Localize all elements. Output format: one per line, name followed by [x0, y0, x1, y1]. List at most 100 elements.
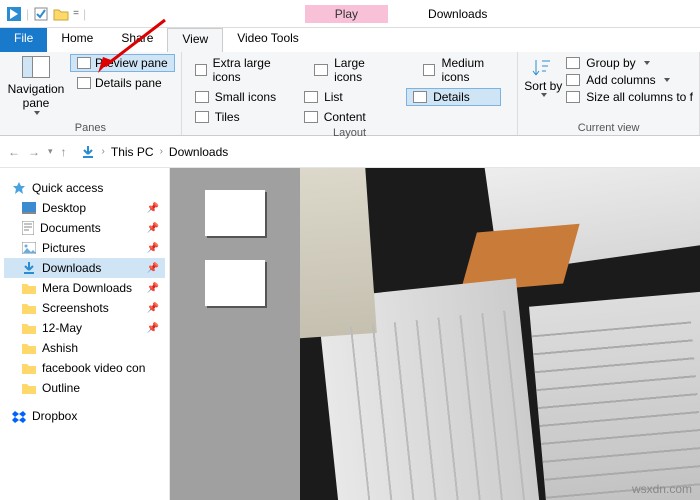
pin-icon: 📌 [147, 203, 159, 214]
video-thumbnail[interactable] [205, 190, 265, 236]
pictures-icon [22, 242, 36, 254]
chevron-down-icon [664, 78, 670, 82]
tree-downloads[interactable]: Downloads📌 [4, 258, 165, 278]
tree-label: Ashish [42, 341, 78, 355]
chevron-down-icon [541, 93, 547, 97]
sort-icon [532, 57, 554, 79]
checkbox-icon[interactable] [33, 6, 49, 22]
dropbox-icon [12, 409, 26, 423]
layout-extra-large[interactable]: Extra large icons [188, 54, 294, 86]
title-bar: | = | Play Downloads [0, 0, 700, 28]
content-area: Quick access Desktop📌 Documents📌 Picture… [0, 168, 700, 500]
crumb-this-pc[interactable]: This PC [111, 145, 154, 159]
window-title: Downloads [428, 7, 487, 21]
folder-icon [22, 282, 36, 294]
tab-view[interactable]: View [167, 28, 223, 52]
folder-icon [22, 342, 36, 354]
quick-access-header[interactable]: Quick access [4, 178, 165, 198]
layout-label: Tiles [215, 110, 240, 124]
size-columns-label: Size all columns to f [586, 90, 693, 104]
tree-label: Outline [42, 381, 80, 395]
navigation-pane-button[interactable]: Navigation pane [6, 54, 66, 115]
layout-content[interactable]: Content [297, 108, 392, 126]
pin-icon: 📌 [147, 283, 159, 294]
preview-pane-button[interactable]: Preview pane [70, 54, 175, 72]
file-view [170, 168, 700, 500]
contextual-tab-play[interactable]: Play [305, 5, 388, 23]
layout-medium[interactable]: Medium icons [416, 54, 511, 86]
tree-mera[interactable]: Mera Downloads 📌 [4, 278, 165, 298]
group-label-current-view: Current view [524, 121, 693, 135]
address-bar: ← → ▾ ↑ › This PC › Downloads [0, 136, 700, 168]
add-columns-icon [566, 74, 580, 86]
recent-menu[interactable]: ▾ [48, 146, 53, 157]
tab-home[interactable]: Home [47, 28, 107, 52]
back-button[interactable]: ← [8, 145, 20, 159]
group-by-icon [566, 57, 580, 69]
tab-share[interactable]: Share [107, 28, 167, 52]
tree-ashish[interactable]: Ashish [4, 338, 165, 358]
group-by-label: Group by [586, 56, 635, 70]
navigation-pane: Quick access Desktop📌 Documents📌 Picture… [0, 168, 170, 500]
sort-by-label: Sort by [524, 79, 562, 93]
qat-divider: | [83, 7, 86, 21]
tree-outline[interactable]: Outline [4, 378, 165, 398]
pin-icon: 📌 [147, 303, 159, 314]
tree-pictures[interactable]: Pictures 📌 [4, 238, 165, 258]
tree-label: Mera Downloads [42, 281, 132, 295]
app-icon [6, 6, 22, 22]
tree-facebook[interactable]: facebook video con [4, 358, 165, 378]
pin-icon: 📌 [147, 243, 159, 254]
layout-list[interactable]: List [297, 88, 392, 106]
chevron-right-icon: › [102, 146, 105, 157]
video-thumbnail[interactable] [205, 260, 265, 306]
small-icon [195, 91, 209, 103]
star-icon [12, 181, 26, 195]
layout-tiles[interactable]: Tiles [188, 108, 283, 126]
add-columns-label: Add columns [586, 73, 655, 87]
tree-label: Dropbox [32, 409, 77, 423]
group-by-button[interactable]: Group by [566, 56, 693, 70]
title-center: Play Downloads [92, 5, 700, 23]
sort-by-button[interactable]: Sort by [524, 54, 562, 97]
details-pane-button[interactable]: Details pane [70, 74, 175, 92]
layout-details[interactable]: Details [406, 88, 501, 106]
tab-video-tools[interactable]: Video Tools [223, 28, 313, 52]
breadcrumb[interactable]: › This PC › Downloads [75, 141, 692, 163]
tiles-icon [195, 111, 209, 123]
folder-icon[interactable] [53, 6, 69, 22]
desktop-icon [22, 202, 36, 214]
tree-label: Pictures [42, 241, 85, 255]
tree-desktop[interactable]: Desktop📌 [4, 198, 165, 218]
qat-menu[interactable]: = [73, 8, 79, 19]
list-icon [304, 91, 318, 103]
tab-file[interactable]: File [0, 28, 47, 52]
layout-large[interactable]: Large icons [307, 54, 402, 86]
layout-label: Content [324, 110, 366, 124]
chevron-down-icon [34, 111, 40, 115]
details-pane-label: Details pane [95, 76, 162, 90]
tree-label: Quick access [32, 181, 103, 195]
add-columns-button[interactable]: Add columns [566, 73, 693, 87]
watermark: wsxdn.com [632, 482, 692, 496]
size-all-columns-button[interactable]: Size all columns to f [566, 90, 693, 104]
details-icon [413, 91, 427, 103]
forward-button[interactable]: → [28, 145, 40, 159]
tree-12may[interactable]: 12-May📌 [4, 318, 165, 338]
quick-access-toolbar: | = | [0, 6, 92, 22]
tree-documents[interactable]: Documents📌 [4, 218, 165, 238]
layout-label: Extra large icons [213, 56, 287, 84]
tree-screenshots[interactable]: Screenshots📌 [4, 298, 165, 318]
tree-label: Downloads [42, 261, 101, 275]
layout-small[interactable]: Small icons [188, 88, 283, 106]
folder-icon [22, 322, 36, 334]
tree-dropbox[interactable]: Dropbox [4, 406, 165, 426]
folder-icon [22, 362, 36, 374]
thumbnail-strip [170, 168, 300, 500]
preview-pane-icon [77, 57, 91, 69]
download-icon [80, 144, 96, 160]
group-current-view: Sort by Group by Add columns Size all co… [518, 52, 700, 135]
up-button[interactable]: ↑ [61, 145, 67, 159]
qat-divider: | [26, 7, 29, 21]
crumb-downloads[interactable]: Downloads [169, 145, 228, 159]
